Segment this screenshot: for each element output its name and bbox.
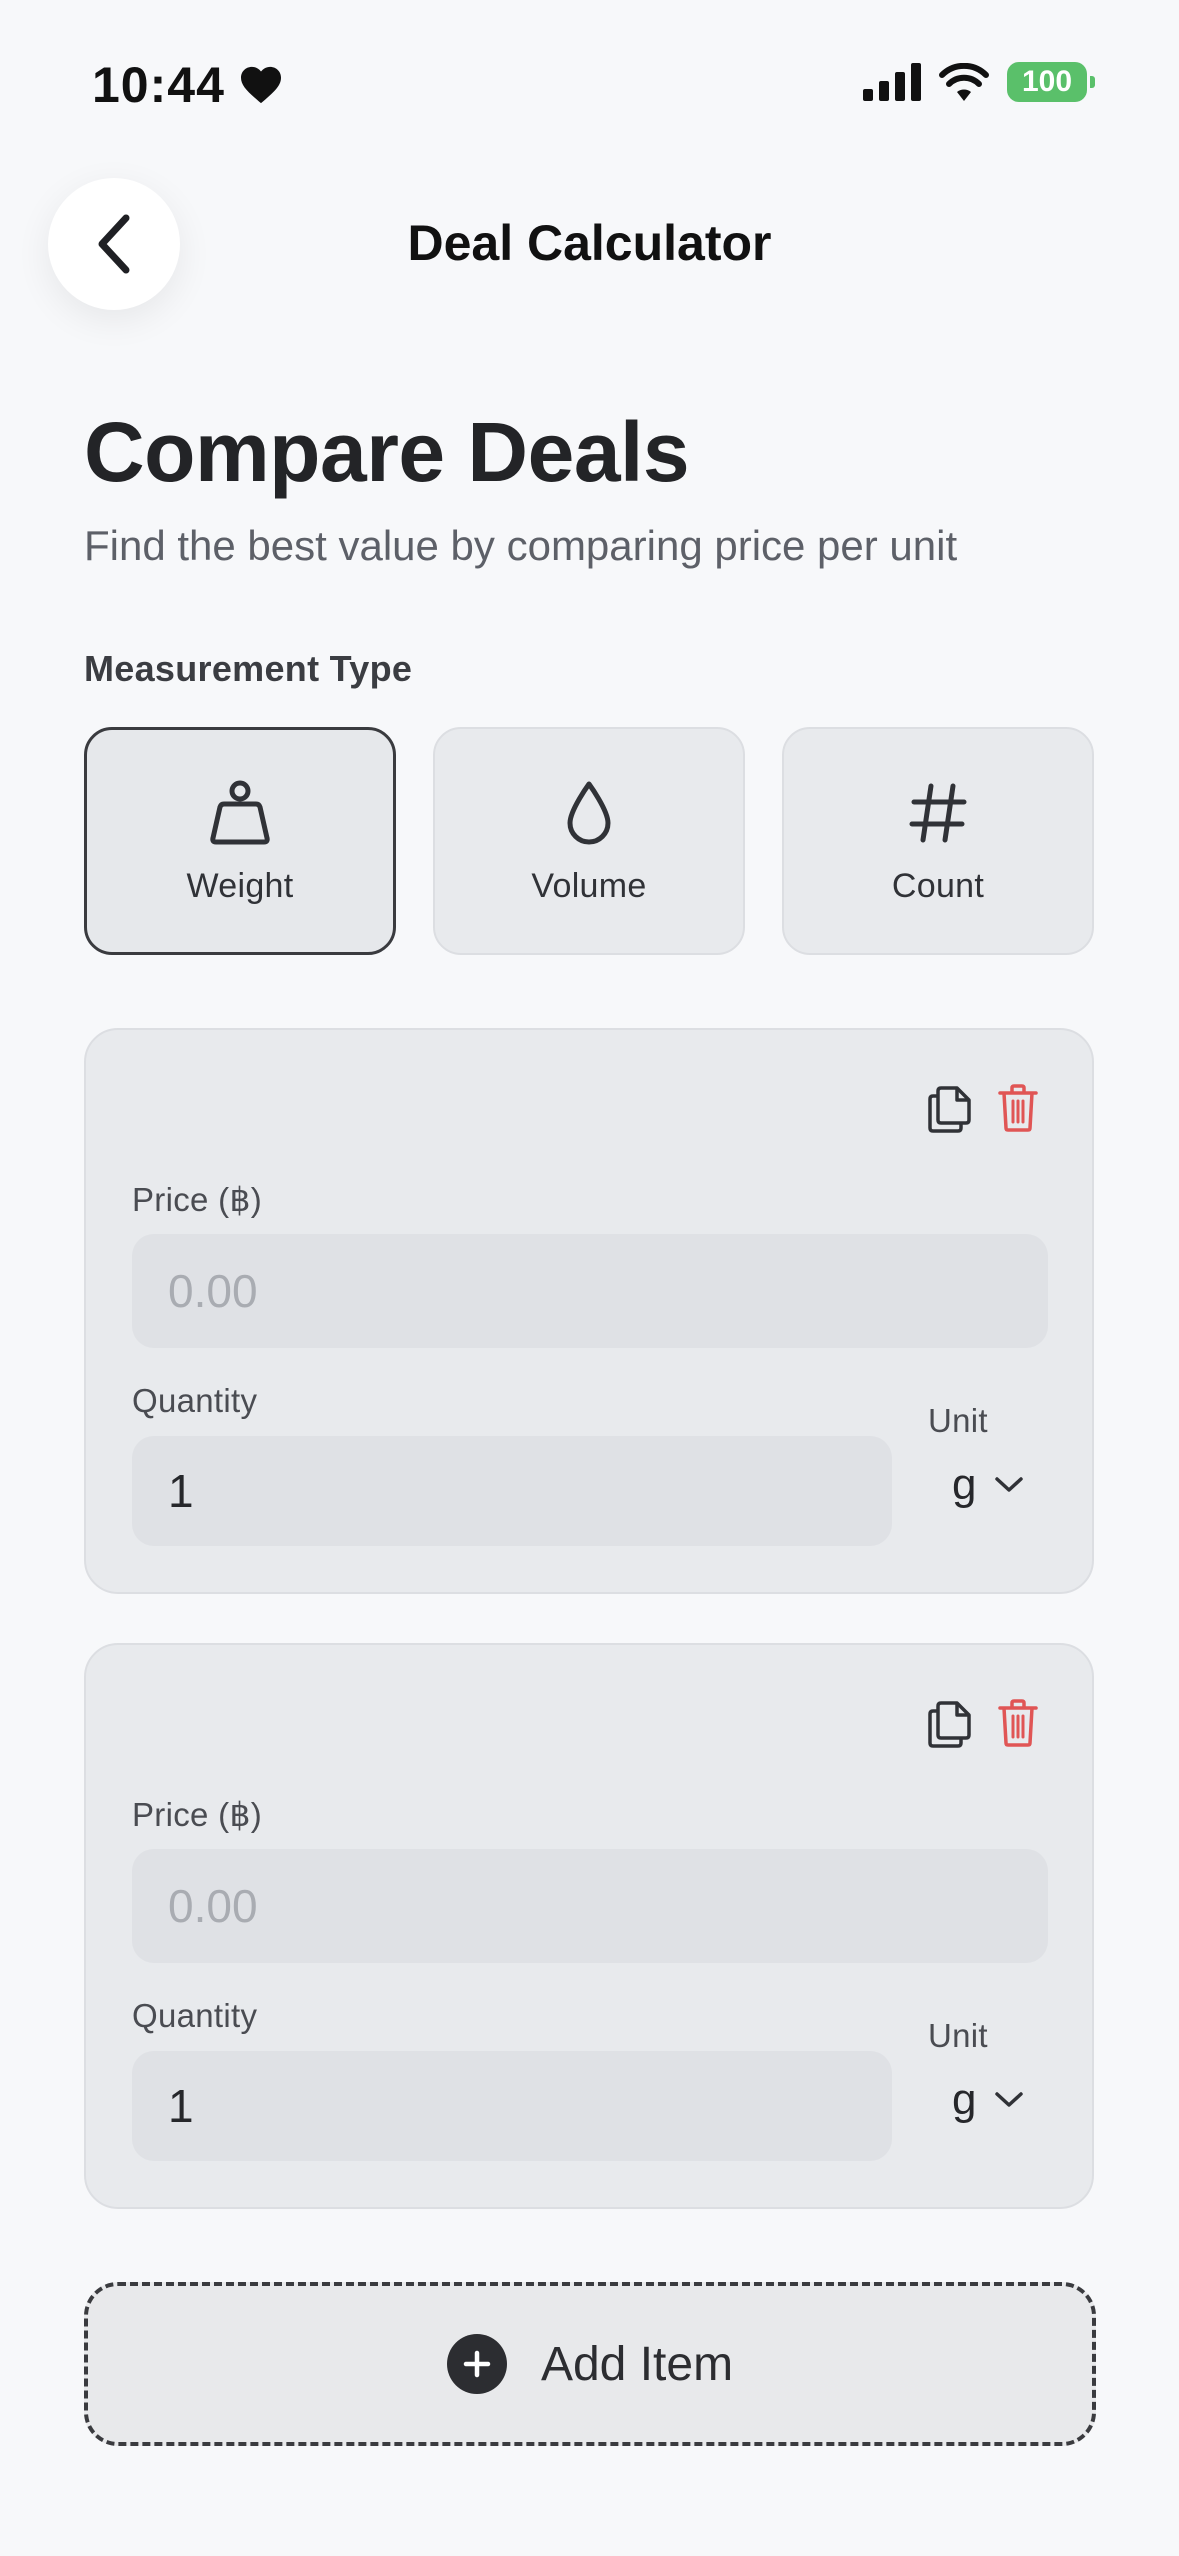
- unit-select[interactable]: g: [952, 2075, 1024, 2125]
- trash-icon: [998, 1699, 1038, 1747]
- duplicate-item-button[interactable]: [920, 1693, 980, 1753]
- item-card: Price (฿) Quantity Unit g: [84, 1028, 1094, 1594]
- page-subtitle: Find the best value by comparing price p…: [84, 522, 958, 569]
- droplet-icon: [567, 781, 611, 844]
- price-input[interactable]: [132, 1849, 1048, 1963]
- chevron-down-icon: [995, 2092, 1024, 2107]
- hash-icon: [909, 783, 967, 842]
- measurement-option-label: Weight: [186, 866, 294, 905]
- copy-icon: [928, 1701, 971, 1748]
- delete-item-button[interactable]: [988, 1078, 1048, 1138]
- measurement-option-label: Count: [891, 866, 985, 905]
- quantity-label: Quantity: [132, 1382, 258, 1419]
- quantity-input[interactable]: [132, 1436, 892, 1546]
- duplicate-item-button[interactable]: [920, 1078, 980, 1138]
- unit-value: g: [952, 1460, 977, 1509]
- price-label: Price (฿): [132, 1796, 263, 1833]
- price-label: Price (฿): [132, 1181, 263, 1218]
- price-input[interactable]: [132, 1234, 1048, 1348]
- battery-indicator: 100: [1007, 62, 1095, 102]
- measurement-option-label: Volume: [531, 866, 647, 905]
- item-card: Price (฿) Quantity Unit g: [84, 1643, 1094, 2209]
- unit-value: g: [952, 2075, 977, 2124]
- measurement-option-weight[interactable]: Weight: [84, 727, 396, 955]
- add-item-button[interactable]: Add Item: [84, 2282, 1096, 2446]
- heart-icon: [240, 66, 281, 104]
- add-item-label: Add Item: [540, 2337, 734, 2391]
- chevron-down-icon: [995, 1477, 1024, 1492]
- unit-label: Unit: [928, 2017, 988, 2054]
- delete-item-button[interactable]: [988, 1693, 1048, 1753]
- unit-select[interactable]: g: [952, 1460, 1024, 1510]
- nav-title: Deal Calculator: [407, 215, 772, 271]
- unit-label: Unit: [928, 1402, 988, 1439]
- cellular-signal-icon: [863, 63, 921, 101]
- measurement-option-count[interactable]: Count: [782, 727, 1094, 955]
- copy-icon: [928, 1086, 971, 1133]
- status-time-text: 10:44: [92, 57, 225, 113]
- page-title: Compare Deals: [84, 405, 690, 499]
- wifi-icon: [939, 63, 989, 101]
- battery-level: 100: [1021, 65, 1073, 98]
- status-time: 10:44: [92, 56, 283, 114]
- plus-circle-icon: [446, 2334, 507, 2394]
- trash-icon: [998, 1084, 1038, 1132]
- measurement-option-volume[interactable]: Volume: [433, 727, 745, 955]
- measurement-type-label: Measurement Type: [84, 648, 413, 689]
- weight-icon: [210, 780, 270, 844]
- status-indicators: 100: [863, 62, 1095, 102]
- quantity-label: Quantity: [132, 1997, 258, 2034]
- quantity-input[interactable]: [132, 2051, 892, 2161]
